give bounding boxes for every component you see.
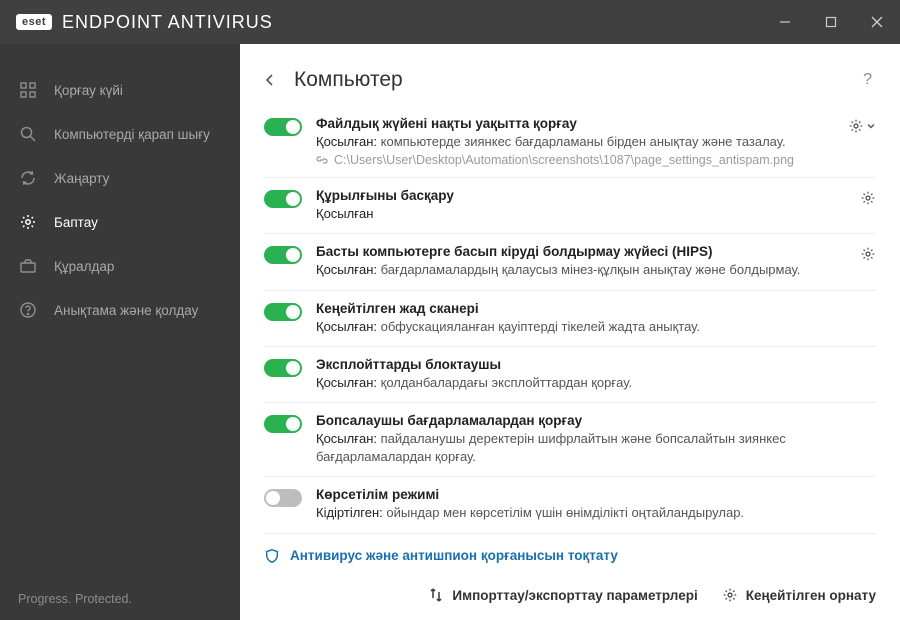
import-export-button[interactable]: Импорттау/экспорттау параметрлері bbox=[428, 587, 697, 603]
search-icon bbox=[18, 124, 38, 144]
maximize-button[interactable] bbox=[808, 0, 854, 44]
toggle-memory-scanner[interactable] bbox=[264, 303, 302, 321]
row-extra-path: C:\Users\User\Desktop\Automation\screens… bbox=[316, 153, 818, 167]
sidebar-item-scan[interactable]: Компьютерді қарап шығу bbox=[0, 112, 240, 156]
gear-icon bbox=[18, 212, 38, 232]
link-icon bbox=[316, 154, 328, 166]
row-exploit-blocker: Эксплойттарды блоктаушы Қосылған: қолдан… bbox=[264, 347, 876, 403]
toggle-hips[interactable] bbox=[264, 246, 302, 264]
grid-icon bbox=[18, 80, 38, 100]
sidebar-item-label: Құралдар bbox=[54, 259, 114, 274]
sidebar-item-label: Қорғау күйі bbox=[54, 83, 123, 98]
row-desc: Қосылған: қолданбалардағы эксплойттардан… bbox=[316, 374, 828, 392]
minimize-button[interactable] bbox=[762, 0, 808, 44]
main-header: Компьютер ? bbox=[240, 44, 900, 100]
toggle-device-control[interactable] bbox=[264, 190, 302, 208]
row-desc: Қосылған: пайдаланушы деректерін шифрлай… bbox=[316, 430, 828, 466]
toggle-ransomware-shield[interactable] bbox=[264, 415, 302, 433]
sidebar-item-label: Компьютерді қарап шығу bbox=[54, 127, 210, 142]
gear-icon bbox=[722, 587, 738, 603]
chevron-down-icon bbox=[866, 119, 876, 134]
titlebar: eset ENDPOINT ANTIVIRUS bbox=[0, 0, 900, 44]
sidebar-item-update[interactable]: Жаңарту bbox=[0, 156, 240, 200]
row-title: Құрылғыны басқару bbox=[316, 188, 828, 203]
row-realtime-protection: Файлдық жүйені нақты уақытта қорғау Қосы… bbox=[264, 106, 876, 178]
row-title: Бопсалаушы бағдарламалардан қорғау bbox=[316, 413, 828, 428]
row-memory-scanner: Кеңейтілген жад сканері Қосылған: обфуск… bbox=[264, 291, 876, 347]
refresh-icon bbox=[18, 168, 38, 188]
briefcase-icon bbox=[18, 256, 38, 276]
toggle-presentation-mode[interactable] bbox=[264, 489, 302, 507]
help-icon bbox=[18, 300, 38, 320]
back-button[interactable] bbox=[264, 74, 284, 86]
pause-link-label: Антивирус және антишпион қорғанысын тоқт… bbox=[290, 548, 618, 563]
row-settings-button[interactable] bbox=[848, 118, 876, 134]
help-button[interactable]: ? bbox=[863, 71, 872, 89]
sidebar: Қорғау күйі Компьютерді қарап шығу Жаңар… bbox=[0, 44, 240, 620]
row-desc: Кідіртілген: ойындар мен көрсетілім үшін… bbox=[316, 504, 828, 522]
row-hips: Басты компьютерге басып кіруді болдырмау… bbox=[264, 234, 876, 290]
brand-badge: eset bbox=[16, 14, 52, 30]
row-title: Эксплойттарды блоктаушы bbox=[316, 357, 828, 372]
settings-list: Файлдық жүйені нақты уақытта қорғау Қосы… bbox=[240, 100, 900, 570]
sidebar-footer: Progress. Protected. bbox=[0, 576, 240, 620]
bottom-bar: Импорттау/экспорттау параметрлері Кеңейт… bbox=[240, 570, 900, 620]
window-controls bbox=[762, 0, 900, 44]
row-device-control: Құрылғыны басқару Қосылған bbox=[264, 178, 876, 234]
import-export-icon bbox=[428, 587, 444, 603]
toggle-exploit-blocker[interactable] bbox=[264, 359, 302, 377]
toggle-realtime-protection[interactable] bbox=[264, 118, 302, 136]
sidebar-item-setup[interactable]: Баптау bbox=[0, 200, 240, 244]
row-desc: Қосылған bbox=[316, 205, 828, 223]
pause-protection-link[interactable]: Антивирус және антишпион қорғанысын тоқт… bbox=[264, 534, 876, 568]
brand-product: ENDPOINT ANTIVIRUS bbox=[62, 12, 273, 33]
row-desc: Қосылған: компьютерде зиянкес бағдарлама… bbox=[316, 133, 818, 151]
row-title: Кеңейтілген жад сканері bbox=[316, 301, 828, 316]
sidebar-item-label: Жаңарту bbox=[54, 171, 109, 186]
sidebar-item-protection-status[interactable]: Қорғау күйі bbox=[0, 68, 240, 112]
row-settings-button[interactable] bbox=[860, 190, 876, 206]
sidebar-item-tools[interactable]: Құралдар bbox=[0, 244, 240, 288]
row-desc: Қосылған: обфускацияланған қауіптерді ті… bbox=[316, 318, 828, 336]
advanced-setup-button[interactable]: Кеңейтілген орнату bbox=[722, 587, 876, 603]
sidebar-item-label: Баптау bbox=[54, 215, 98, 230]
sidebar-item-label: Анықтама және қолдау bbox=[54, 303, 198, 318]
page-title: Компьютер bbox=[294, 68, 403, 92]
row-title: Көрсетілім режимі bbox=[316, 487, 828, 502]
shield-icon bbox=[264, 548, 280, 564]
row-desc: Қосылған: бағдарламалардың қалаусыз міне… bbox=[316, 261, 828, 279]
row-ransomware-shield: Бопсалаушы бағдарламалардан қорғау Қосыл… bbox=[264, 403, 876, 477]
main: Компьютер ? Файлдық жүйені нақты уақытта… bbox=[240, 44, 900, 620]
row-title: Басты компьютерге басып кіруді болдырмау… bbox=[316, 244, 828, 259]
close-button[interactable] bbox=[854, 0, 900, 44]
row-presentation-mode: Көрсетілім режимі Кідіртілген: ойындар м… bbox=[264, 477, 876, 533]
row-title: Файлдық жүйені нақты уақытта қорғау bbox=[316, 116, 818, 131]
row-settings-button[interactable] bbox=[860, 246, 876, 262]
sidebar-item-help[interactable]: Анықтама және қолдау bbox=[0, 288, 240, 332]
